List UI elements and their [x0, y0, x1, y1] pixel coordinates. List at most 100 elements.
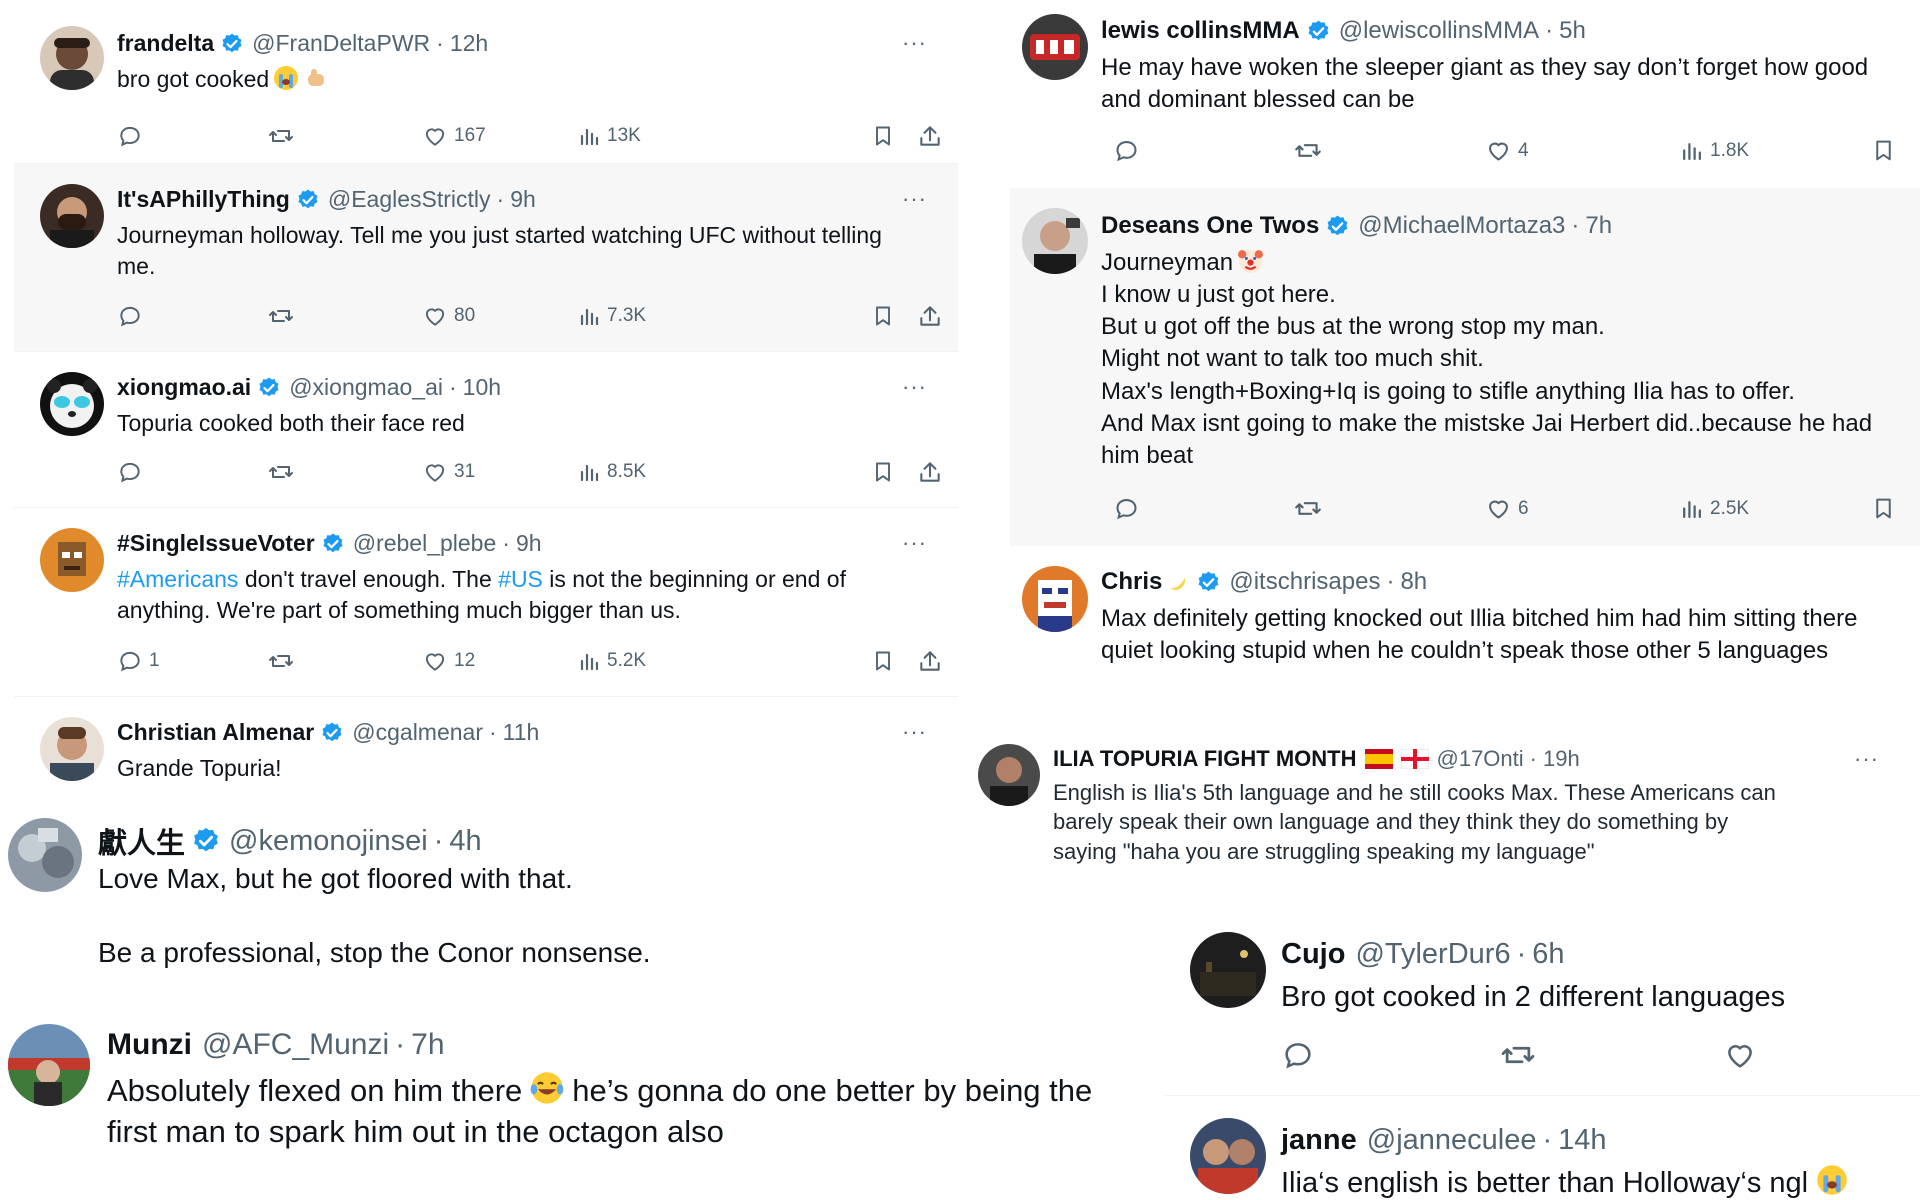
share-button[interactable] — [917, 303, 943, 329]
repost-button[interactable] — [1293, 495, 1323, 522]
reply-button[interactable] — [1113, 495, 1140, 522]
repost-button[interactable] — [267, 123, 295, 149]
post-time[interactable]: 7h — [1585, 212, 1612, 240]
reply-button[interactable] — [1113, 137, 1140, 164]
like-button[interactable]: 4 — [1485, 137, 1529, 164]
post-kemonojinsei[interactable]: 獻人生 @kemonojinsei · 4h Love Max, but he … — [0, 792, 1160, 1014]
post-frandelta[interactable]: frandelta @FranDeltaPWR · 12h ··· bro go… — [14, 8, 958, 163]
author-name[interactable]: lewis collinsMMA — [1101, 17, 1300, 45]
repost-button[interactable] — [267, 459, 295, 485]
bookmark-button[interactable] — [871, 648, 895, 674]
author-handle[interactable]: @17Onti — [1437, 746, 1524, 772]
post-time[interactable]: 12h — [450, 30, 488, 57]
like-button[interactable]: 31 — [422, 459, 475, 485]
author-handle[interactable]: @janneculee — [1367, 1124, 1537, 1157]
views-button[interactable]: 8.5K — [577, 459, 646, 485]
avatar[interactable] — [40, 717, 104, 781]
post-janne[interactable]: janne @janneculee · 14h Ilia‘s english i… — [1164, 1100, 1920, 1200]
author-handle[interactable]: @TylerDur6 — [1355, 938, 1510, 971]
post-time[interactable]: 14h — [1558, 1124, 1606, 1157]
views-button[interactable]: 13K — [577, 123, 641, 149]
author-name[interactable]: Munzi — [107, 1028, 192, 1062]
more-options-icon[interactable]: ··· — [902, 532, 927, 554]
author-name[interactable]: frandelta — [117, 30, 214, 57]
avatar[interactable] — [40, 372, 104, 436]
post-time[interactable]: 9h — [510, 186, 536, 213]
avatar[interactable] — [40, 184, 104, 248]
post-lewiscollinsmma[interactable]: lewis collinsMMA @lewiscollinsMMA · 5h H… — [1010, 0, 1920, 186]
post-time[interactable]: 19h — [1543, 746, 1580, 772]
like-button[interactable]: 80 — [422, 303, 475, 329]
author-name[interactable]: ILIA TOPURIA FIGHT MONTH — [1053, 746, 1357, 772]
more-options-icon[interactable]: ··· — [1854, 748, 1879, 770]
reply-button[interactable] — [117, 123, 149, 149]
post-time[interactable]: 8h — [1400, 568, 1427, 596]
bookmark-button[interactable] — [871, 303, 895, 329]
author-name[interactable]: Chris — [1101, 568, 1162, 596]
reply-button[interactable] — [117, 303, 143, 329]
avatar[interactable] — [1022, 208, 1088, 274]
reply-button[interactable] — [1281, 1038, 1315, 1072]
repost-button[interactable] — [1499, 1038, 1537, 1072]
like-button[interactable]: 12 — [422, 648, 475, 674]
views-button[interactable]: 2.5K — [1679, 495, 1749, 522]
more-options-icon[interactable]: ··· — [902, 721, 927, 743]
post-xiongmao[interactable]: xiongmao.ai @xiongmao_ai · 10h ··· Topur… — [14, 352, 958, 507]
author-handle[interactable]: @EaglesStrictly — [328, 186, 491, 213]
avatar[interactable] — [40, 26, 104, 90]
avatar[interactable] — [40, 528, 104, 592]
post-chris[interactable]: Chris @itschrisapes · 8h Max definitely … — [1010, 548, 1920, 720]
avatar[interactable] — [8, 818, 82, 892]
author-handle[interactable]: @rebel_plebe — [353, 530, 497, 557]
like-button[interactable]: 167 — [422, 123, 486, 149]
post-cujo[interactable]: Cujo @TylerDur6 · 6h Bro got cooked in 2… — [1164, 916, 1920, 1096]
author-name[interactable]: 獻人生 — [98, 820, 185, 862]
repost-button[interactable] — [267, 648, 295, 674]
views-button[interactable]: 5.2K — [577, 648, 646, 674]
author-name[interactable]: #SingleIssueVoter — [117, 530, 315, 557]
post-christian-almenar[interactable]: Christian Almenar @cgalmenar · 11h ··· G… — [14, 697, 958, 790]
more-options-icon[interactable]: ··· — [902, 376, 927, 398]
author-handle[interactable]: @FranDeltaPWR — [252, 30, 430, 57]
author-handle[interactable]: @AFC_Munzi — [202, 1028, 389, 1062]
share-button[interactable] — [917, 459, 943, 485]
repost-button[interactable] — [1293, 137, 1323, 164]
post-time[interactable]: 4h — [449, 825, 481, 858]
bookmark-button[interactable] — [871, 459, 895, 485]
author-handle[interactable]: @MichaelMortaza3 — [1358, 212, 1565, 240]
post-time[interactable]: 7h — [411, 1028, 444, 1062]
post-munzi[interactable]: Munzi @AFC_Munzi · 7h Absolutely flexed … — [0, 1016, 1160, 1200]
like-button[interactable]: 6 — [1485, 495, 1529, 522]
avatar[interactable] — [1022, 566, 1088, 632]
avatar[interactable] — [1190, 932, 1266, 1008]
author-handle[interactable]: @xiongmao_ai — [289, 374, 443, 401]
author-handle[interactable]: @lewiscollinsMMA — [1339, 17, 1539, 45]
post-time[interactable]: 6h — [1532, 938, 1564, 971]
author-name[interactable]: It'sAPhillyThing — [117, 186, 290, 213]
reply-button[interactable] — [117, 459, 143, 485]
hashtag-link[interactable]: #Americans — [117, 566, 238, 592]
more-options-icon[interactable]: ··· — [902, 32, 927, 54]
avatar[interactable] — [8, 1024, 90, 1106]
author-handle[interactable]: @cgalmenar — [352, 719, 483, 746]
share-button[interactable] — [917, 648, 943, 674]
bookmark-button[interactable] — [871, 123, 895, 149]
views-button[interactable]: 1.8K — [1679, 137, 1749, 164]
post-itsaphillything[interactable]: It'sAPhillyThing @EaglesStrictly · 9h ··… — [14, 164, 958, 351]
bookmark-button[interactable] — [1871, 495, 1896, 522]
author-name[interactable]: Christian Almenar — [117, 719, 314, 746]
repost-button[interactable] — [267, 303, 295, 329]
like-button[interactable] — [1723, 1038, 1757, 1072]
post-time[interactable]: 11h — [503, 719, 540, 746]
post-time[interactable]: 5h — [1559, 17, 1586, 45]
author-name[interactable]: Cujo — [1281, 938, 1345, 971]
share-button[interactable] — [917, 123, 943, 149]
author-handle[interactable]: @itschrisapes — [1229, 568, 1380, 596]
avatar[interactable] — [1190, 1118, 1266, 1194]
author-name[interactable]: xiongmao.ai — [117, 374, 251, 401]
post-time[interactable]: 9h — [516, 530, 542, 557]
author-name[interactable]: janne — [1281, 1124, 1357, 1157]
post-deseans-one-twos[interactable]: Deseans One Twos @MichaelMortaza3 · 7h J… — [1010, 188, 1920, 546]
post-time[interactable]: 10h — [463, 374, 501, 401]
author-name[interactable]: Deseans One Twos — [1101, 212, 1319, 240]
